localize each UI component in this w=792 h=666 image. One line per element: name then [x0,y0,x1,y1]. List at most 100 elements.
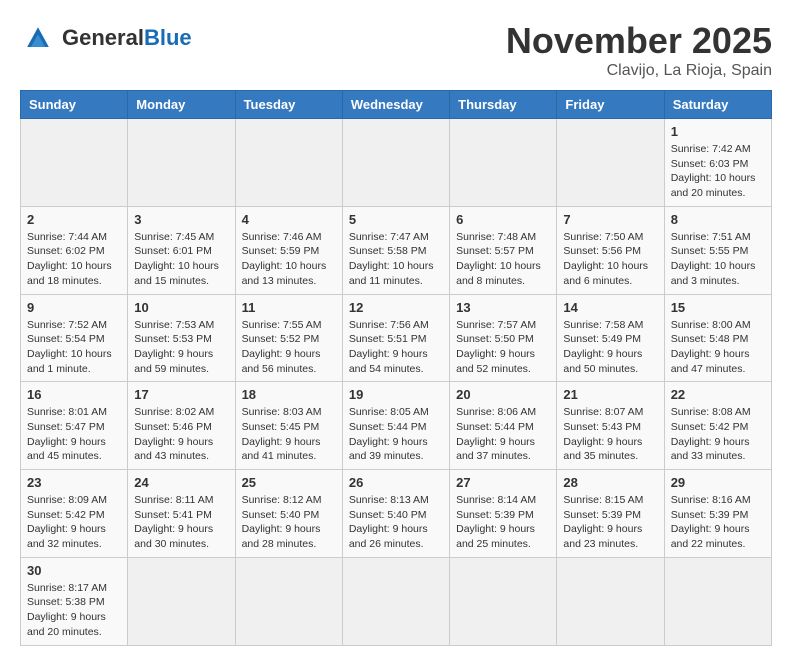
calendar-week-row: 2Sunrise: 7:44 AM Sunset: 6:02 PM Daylig… [21,206,772,294]
day-number: 25 [242,475,336,490]
day-info: Sunrise: 7:51 AM Sunset: 5:55 PM Dayligh… [671,230,765,289]
logo-text: GeneralBlue [62,25,192,51]
day-number: 17 [134,387,228,402]
calendar-cell: 18 Sunrise: 8:03 AM Sunset: 5:45 PM Dayli… [235,382,342,470]
day-info: Sunrise: 8:02 AM Sunset: 5:46 PM Dayligh… [134,405,228,464]
calendar-cell: 7 Sunrise: 7:50 AM Sunset: 5:56 PM Daylig… [557,206,664,294]
day-info: Sunrise: 7:58 AM Sunset: 5:49 PM Dayligh… [563,318,657,377]
day-info: Sunrise: 8:03 AM Sunset: 5:45 PM Dayligh… [242,405,336,464]
day-number: 7 [563,212,657,227]
day-number: 28 [563,475,657,490]
day-info: Sunrise: 8:09 AM Sunset: 5:42 PM Dayligh… [27,493,121,552]
day-info: Sunrise: 8:00 AM Sunset: 5:48 PM Dayligh… [671,318,765,377]
day-info: Sunrise: 7:47 AM Sunset: 5:58 PM Dayligh… [349,230,443,289]
day-header-friday: Friday [557,91,664,119]
day-number: 9 [27,300,121,315]
day-info: Sunrise: 8:08 AM Sunset: 5:42 PM Dayligh… [671,405,765,464]
day-number: 20 [456,387,550,402]
calendar-cell: 1 Sunrise: 7:42 AM Sunset: 6:03 PM Daylig… [664,119,771,207]
day-info: Sunrise: 7:53 AM Sunset: 5:53 PM Dayligh… [134,318,228,377]
calendar-cell [450,557,557,645]
day-info: Sunrise: 7:45 AM Sunset: 6:01 PM Dayligh… [134,230,228,289]
day-header-tuesday: Tuesday [235,91,342,119]
day-number: 8 [671,212,765,227]
calendar-header-row: SundayMondayTuesdayWednesdayThursdayFrid… [21,91,772,119]
day-info: Sunrise: 7:52 AM Sunset: 5:54 PM Dayligh… [27,318,121,377]
calendar-cell [342,557,449,645]
calendar-cell: 29 Sunrise: 8:16 AM Sunset: 5:39 PM Dayli… [664,470,771,558]
day-number: 27 [456,475,550,490]
calendar-cell: 17 Sunrise: 8:02 AM Sunset: 5:46 PM Dayli… [128,382,235,470]
calendar-week-row: 30Sunrise: 8:17 AM Sunset: 5:38 PM Dayli… [21,557,772,645]
calendar-cell: 22 Sunrise: 8:08 AM Sunset: 5:42 PM Dayli… [664,382,771,470]
calendar-cell: 27 Sunrise: 8:14 AM Sunset: 5:39 PM Dayli… [450,470,557,558]
calendar-cell: 16 Sunrise: 8:01 AM Sunset: 5:47 PM Dayli… [21,382,128,470]
day-info: Sunrise: 8:01 AM Sunset: 5:47 PM Dayligh… [27,405,121,464]
day-number: 22 [671,387,765,402]
calendar-cell: 28 Sunrise: 8:15 AM Sunset: 5:39 PM Dayli… [557,470,664,558]
logo-icon [20,20,56,56]
day-info: Sunrise: 8:06 AM Sunset: 5:44 PM Dayligh… [456,405,550,464]
day-number: 18 [242,387,336,402]
calendar-cell: 5 Sunrise: 7:47 AM Sunset: 5:58 PM Daylig… [342,206,449,294]
day-info: Sunrise: 8:07 AM Sunset: 5:43 PM Dayligh… [563,405,657,464]
calendar-cell: 23 Sunrise: 8:09 AM Sunset: 5:42 PM Dayli… [21,470,128,558]
day-header-wednesday: Wednesday [342,91,449,119]
day-number: 24 [134,475,228,490]
calendar-cell [128,119,235,207]
calendar-cell [235,557,342,645]
calendar-cell: 26 Sunrise: 8:13 AM Sunset: 5:40 PM Dayli… [342,470,449,558]
title-block: November 2025 Clavijo, La Rioja, Spain [506,20,772,80]
day-number: 29 [671,475,765,490]
day-info: Sunrise: 7:50 AM Sunset: 5:56 PM Dayligh… [563,230,657,289]
calendar-cell: 21 Sunrise: 8:07 AM Sunset: 5:43 PM Dayli… [557,382,664,470]
calendar-cell: 25Sunrise: 8:12 AM Sunset: 5:40 PM Dayli… [235,470,342,558]
day-number: 12 [349,300,443,315]
day-number: 26 [349,475,443,490]
day-info: Sunrise: 8:14 AM Sunset: 5:39 PM Dayligh… [456,493,550,552]
day-number: 21 [563,387,657,402]
page-header: GeneralBlue November 2025 Clavijo, La Ri… [20,20,772,80]
day-info: Sunrise: 8:17 AM Sunset: 5:38 PM Dayligh… [27,581,121,640]
calendar-cell: 14Sunrise: 7:58 AM Sunset: 5:49 PM Dayli… [557,294,664,382]
day-info: Sunrise: 7:56 AM Sunset: 5:51 PM Dayligh… [349,318,443,377]
day-info: Sunrise: 8:11 AM Sunset: 5:41 PM Dayligh… [134,493,228,552]
calendar-week-row: 23 Sunrise: 8:09 AM Sunset: 5:42 PM Dayli… [21,470,772,558]
calendar-cell: 2Sunrise: 7:44 AM Sunset: 6:02 PM Daylig… [21,206,128,294]
day-info: Sunrise: 8:05 AM Sunset: 5:44 PM Dayligh… [349,405,443,464]
calendar-cell: 20 Sunrise: 8:06 AM Sunset: 5:44 PM Dayli… [450,382,557,470]
day-info: Sunrise: 7:46 AM Sunset: 5:59 PM Dayligh… [242,230,336,289]
day-number: 5 [349,212,443,227]
calendar-week-row: 9 Sunrise: 7:52 AM Sunset: 5:54 PM Daylig… [21,294,772,382]
day-header-monday: Monday [128,91,235,119]
calendar-cell: 12 Sunrise: 7:56 AM Sunset: 5:51 PM Dayli… [342,294,449,382]
logo: GeneralBlue [20,20,192,56]
day-info: Sunrise: 8:15 AM Sunset: 5:39 PM Dayligh… [563,493,657,552]
day-info: Sunrise: 8:13 AM Sunset: 5:40 PM Dayligh… [349,493,443,552]
day-number: 4 [242,212,336,227]
day-number: 6 [456,212,550,227]
day-info: Sunrise: 7:57 AM Sunset: 5:50 PM Dayligh… [456,318,550,377]
calendar-cell: 11Sunrise: 7:55 AM Sunset: 5:52 PM Dayli… [235,294,342,382]
month-title: November 2025 [506,20,772,62]
calendar-cell: 8 Sunrise: 7:51 AM Sunset: 5:55 PM Daylig… [664,206,771,294]
day-info: Sunrise: 7:44 AM Sunset: 6:02 PM Dayligh… [27,230,121,289]
calendar-cell: 6Sunrise: 7:48 AM Sunset: 5:57 PM Daylig… [450,206,557,294]
calendar-cell [342,119,449,207]
day-header-sunday: Sunday [21,91,128,119]
day-info: Sunrise: 7:42 AM Sunset: 6:03 PM Dayligh… [671,142,765,201]
calendar-cell: 3 Sunrise: 7:45 AM Sunset: 6:01 PM Daylig… [128,206,235,294]
location-title: Clavijo, La Rioja, Spain [506,62,772,80]
calendar-cell [235,119,342,207]
calendar-cell: 9 Sunrise: 7:52 AM Sunset: 5:54 PM Daylig… [21,294,128,382]
day-number: 10 [134,300,228,315]
day-number: 1 [671,124,765,139]
day-number: 16 [27,387,121,402]
day-header-saturday: Saturday [664,91,771,119]
day-number: 3 [134,212,228,227]
calendar-week-row: 16 Sunrise: 8:01 AM Sunset: 5:47 PM Dayli… [21,382,772,470]
day-info: Sunrise: 8:16 AM Sunset: 5:39 PM Dayligh… [671,493,765,552]
day-number: 23 [27,475,121,490]
day-number: 15 [671,300,765,315]
calendar-week-row: 1 Sunrise: 7:42 AM Sunset: 6:03 PM Daylig… [21,119,772,207]
